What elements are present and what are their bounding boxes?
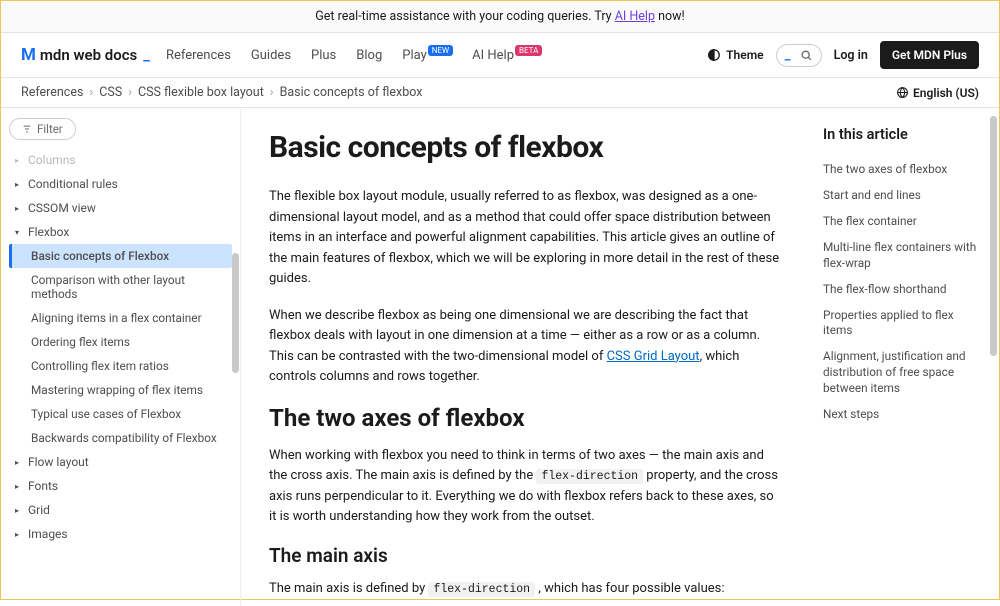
sidebar-item-conditional-rules[interactable]: ▸Conditional rules	[9, 172, 232, 196]
language-selector[interactable]: English (US)	[896, 86, 979, 100]
code-flex-direction: flex-direction	[536, 469, 643, 484]
caret-right-icon: ▸	[15, 530, 23, 539]
breadcrumb: References › CSS › CSS flexible box layo…	[21, 85, 422, 100]
toc-item-alignment[interactable]: Alignment, justification and distributio…	[823, 344, 985, 402]
sub-item-use-cases[interactable]: Typical use cases of Flexbox	[9, 402, 232, 426]
sidebar-item-grid[interactable]: ▸Grid	[9, 498, 232, 522]
login-link[interactable]: Log in	[834, 48, 868, 63]
top-nav: Mmdn web docs _ References Guides Plus Bl…	[1, 33, 999, 78]
right-controls: Theme _ Log in Get MDN Plus	[707, 41, 979, 69]
sub-item-wrapping[interactable]: Mastering wrapping of flex items	[9, 378, 232, 402]
sub-item-aligning[interactable]: Aligning items in a flex container	[9, 306, 232, 330]
nav-play[interactable]: PlayNEW	[402, 48, 452, 63]
theme-icon	[707, 48, 721, 62]
axes-paragraph: When working with flexbox you need to th…	[269, 446, 781, 528]
logo[interactable]: Mmdn web docs _	[21, 45, 150, 65]
breadcrumb-row: References › CSS › CSS flexible box layo…	[1, 78, 999, 108]
crumb-references[interactable]: References	[21, 85, 83, 100]
caret-right-icon: ▸	[15, 180, 23, 189]
logo-mark: M	[21, 45, 36, 65]
toc-item-flex-container[interactable]: The flex container	[823, 209, 985, 235]
toc-item-properties[interactable]: Properties applied to flex items	[823, 303, 985, 345]
sub-item-basic-concepts[interactable]: Basic concepts of Flexbox	[9, 244, 232, 268]
scrollbar-thumb[interactable]	[990, 116, 997, 356]
code-flex-direction: flex-direction	[428, 582, 535, 597]
nav-guides[interactable]: Guides	[251, 48, 291, 63]
sidebar-item-flexbox[interactable]: ▾Flexbox	[9, 220, 232, 244]
intro-paragraph-2: When we describe flexbox as being one di…	[269, 306, 781, 388]
filter-input[interactable]: Filter	[9, 118, 76, 140]
badge-beta: BETA	[515, 45, 542, 56]
caret-down-icon: ▾	[15, 228, 23, 237]
nav-references[interactable]: References	[166, 48, 231, 63]
language-label: English (US)	[913, 86, 979, 100]
caret-right-icon: ▸	[15, 458, 23, 467]
heading-main-axis: The main axis	[269, 544, 781, 567]
heading-two-axes: The two axes of flexbox	[269, 404, 781, 432]
sub-item-ratios[interactable]: Controlling flex item ratios	[9, 354, 232, 378]
sub-item-comparison[interactable]: Comparison with other layout methods	[9, 268, 232, 306]
toc-item-flex-wrap[interactable]: Multi-line flex containers with flex-wra…	[823, 235, 985, 277]
logo-underscore: _	[143, 46, 150, 64]
promo-banner: Get real-time assistance with your codin…	[1, 1, 999, 33]
search-icon	[800, 49, 813, 62]
caret-right-icon: ▸	[15, 204, 23, 213]
toc-heading: In this article	[823, 126, 985, 143]
crumb-css[interactable]: CSS	[99, 85, 122, 100]
toc-item-start-end[interactable]: Start and end lines	[823, 183, 985, 209]
link-css-grid-layout[interactable]: CSS Grid Layout	[607, 349, 700, 364]
sidebar-item-cssom-view[interactable]: ▸CSSOM view	[9, 196, 232, 220]
content-row: Filter ▸Columns ▸Conditional rules ▸CSSO…	[1, 108, 999, 606]
filter-icon	[22, 124, 32, 134]
table-of-contents: In this article The two axes of flexbox …	[809, 108, 999, 606]
toc-item-next-steps[interactable]: Next steps	[823, 402, 985, 428]
banner-link[interactable]: AI Help	[615, 9, 655, 24]
caret-right-icon: ▸	[15, 506, 23, 515]
sidebar-item-fonts[interactable]: ▸Fonts	[9, 474, 232, 498]
nav-ai-help[interactable]: AI HelpBETA	[472, 48, 541, 63]
filter-placeholder: Filter	[37, 122, 63, 136]
theme-toggle[interactable]: Theme	[707, 48, 763, 62]
chevron-right-icon: ›	[89, 85, 93, 100]
main-axis-paragraph: The main axis is defined by flex-directi…	[269, 579, 781, 600]
chevron-right-icon: ›	[270, 85, 274, 100]
theme-label: Theme	[726, 48, 763, 62]
nav-blog[interactable]: Blog	[356, 48, 382, 63]
sidebar-item-flow-layout[interactable]: ▸Flow layout	[9, 450, 232, 474]
banner-text: Get real-time assistance with your codin…	[315, 9, 614, 24]
search-cursor-icon: _	[785, 48, 791, 63]
crumb-flexible-box[interactable]: CSS flexible box layout	[138, 85, 264, 100]
crumb-current: Basic concepts of flexbox	[280, 85, 423, 100]
logo-text: mdn web docs	[40, 46, 137, 64]
chevron-right-icon: ›	[128, 85, 132, 100]
get-plus-button[interactable]: Get MDN Plus	[880, 41, 979, 69]
search-box[interactable]: _	[776, 44, 822, 67]
caret-right-icon: ▸	[15, 482, 23, 491]
sub-item-ordering[interactable]: Ordering flex items	[9, 330, 232, 354]
main-article: Basic concepts of flexbox The flexible b…	[241, 108, 809, 606]
sidebar-item-columns[interactable]: ▸Columns	[9, 148, 232, 172]
globe-icon	[896, 86, 909, 99]
scrollbar-thumb[interactable]	[232, 253, 239, 373]
sub-item-backwards-compat[interactable]: Backwards compatibility of Flexbox	[9, 426, 232, 450]
sidebar-item-images[interactable]: ▸Images	[9, 522, 232, 546]
badge-new: NEW	[428, 45, 453, 56]
page-title: Basic concepts of flexbox	[269, 130, 781, 165]
toc-item-flex-flow[interactable]: The flex-flow shorthand	[823, 277, 985, 303]
toc-item-two-axes[interactable]: The two axes of flexbox	[823, 157, 985, 183]
nav-plus[interactable]: Plus	[311, 48, 336, 63]
nav-items: References Guides Plus Blog PlayNEW AI H…	[166, 48, 691, 63]
banner-text-after: now!	[655, 9, 685, 24]
intro-paragraph-1: The flexible box layout module, usually …	[269, 187, 781, 290]
sidebar: Filter ▸Columns ▸Conditional rules ▸CSSO…	[1, 108, 241, 606]
caret-right-icon: ▸	[15, 156, 23, 165]
